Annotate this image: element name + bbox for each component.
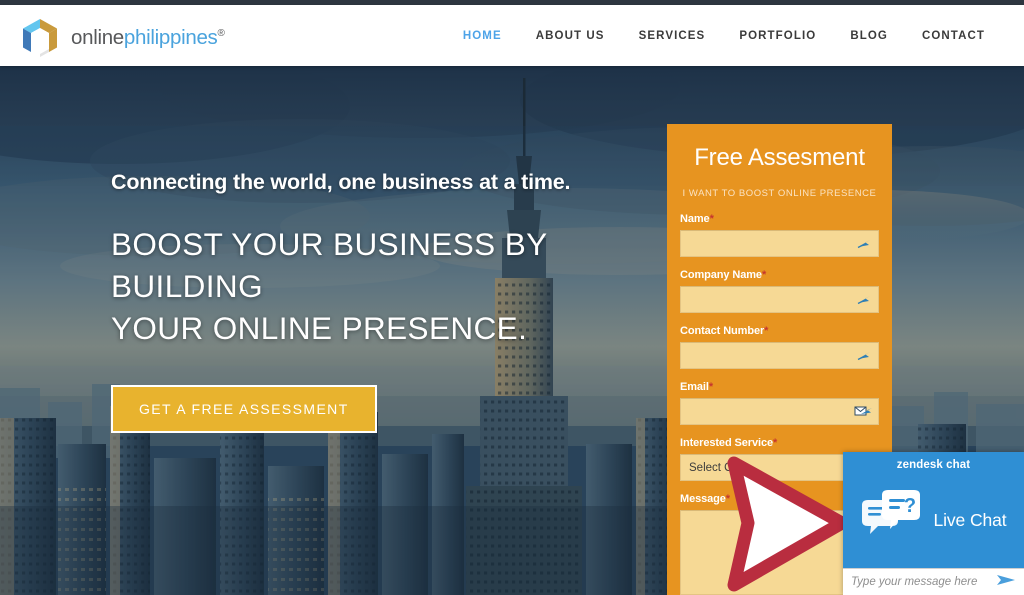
label-email: Email*	[680, 381, 714, 393]
field-email: Email*	[680, 381, 879, 425]
hero-heading-line-2: YOUR ONLINE PRESENCE.	[111, 310, 528, 347]
get-free-assessment-button[interactable]: GET A FREE ASSESSMENT	[111, 385, 377, 434]
chat-bubble-question-icon: ?	[860, 489, 922, 552]
required-marker: *	[725, 493, 730, 505]
chat-widget-label: Live Chat	[933, 509, 1007, 530]
nav-item-portfolio[interactable]: PORTFOLIO	[722, 30, 833, 42]
form-title: Free Assesment	[694, 144, 865, 171]
input-name[interactable]	[680, 230, 879, 257]
hero-subheading: Connecting the world, one business at a …	[111, 170, 571, 194]
chat-widget-body[interactable]: ? Live Chat	[843, 478, 1024, 568]
hexagon-cube-logo-icon	[18, 16, 62, 60]
nav-item-contact[interactable]: CONTACT	[905, 30, 1002, 42]
logo-registered-mark: ®	[217, 27, 225, 39]
site-header: onlinephilippines® HOME ABOUT US SERVICE…	[0, 5, 1024, 66]
required-marker: *	[709, 213, 714, 225]
field-contact-number: Contact Number*	[680, 325, 879, 369]
page-root: onlinephilippines® HOME ABOUT US SERVICE…	[0, 0, 1024, 595]
field-company-name: Company Name*	[680, 269, 879, 313]
svg-text:?: ?	[904, 495, 916, 517]
logo-wordmark: onlinephilippines®	[71, 25, 225, 49]
chat-widget-header: zendesk chat	[896, 459, 971, 471]
site-logo[interactable]: onlinephilippines®	[18, 16, 225, 60]
input-contact-number[interactable]	[680, 342, 879, 369]
hero-heading-line-1: BOOST YOUR BUSINESS BY BUILDING	[111, 225, 547, 304]
chat-message-input[interactable]: Type your message here	[843, 568, 1024, 595]
nav-item-about-us[interactable]: ABOUT US	[519, 30, 622, 42]
input-company-name[interactable]	[680, 286, 879, 313]
label-company-name: Company Name*	[680, 269, 767, 281]
hero-copy: Connecting the world, one business at a …	[111, 170, 631, 434]
required-marker: *	[772, 437, 778, 449]
label-contact-number: Contact Number*	[680, 325, 769, 337]
input-email[interactable]	[680, 398, 879, 425]
label-interested-service: Interested Service*	[680, 437, 778, 449]
hero-heading: BOOST YOUR BUSINESS BY BUILDING YOUR ONL…	[111, 223, 631, 350]
nav-item-blog[interactable]: BLOG	[833, 30, 905, 42]
chat-input-placeholder: Type your message here	[851, 576, 978, 588]
label-name: Name*	[680, 213, 714, 225]
send-arrow-icon[interactable]	[996, 573, 1016, 592]
required-marker: *	[761, 269, 767, 281]
required-marker: *	[764, 325, 769, 337]
field-name: Name*	[680, 213, 879, 257]
main-navigation: HOME ABOUT US SERVICES PORTFOLIO BLOG CO…	[446, 5, 1002, 66]
form-subtitle: I WANT TO BOOST ONLINE PRESENCE	[682, 188, 877, 199]
logo-text-philippines: philippines	[123, 25, 218, 49]
nav-item-services[interactable]: SERVICES	[622, 30, 723, 42]
logo-text-online: online	[71, 25, 124, 49]
zendesk-chat-widget[interactable]: zendesk chat ? Live Chat Type your messa…	[843, 452, 1024, 595]
required-marker: *	[708, 381, 714, 393]
nav-item-home[interactable]: HOME	[446, 30, 519, 42]
